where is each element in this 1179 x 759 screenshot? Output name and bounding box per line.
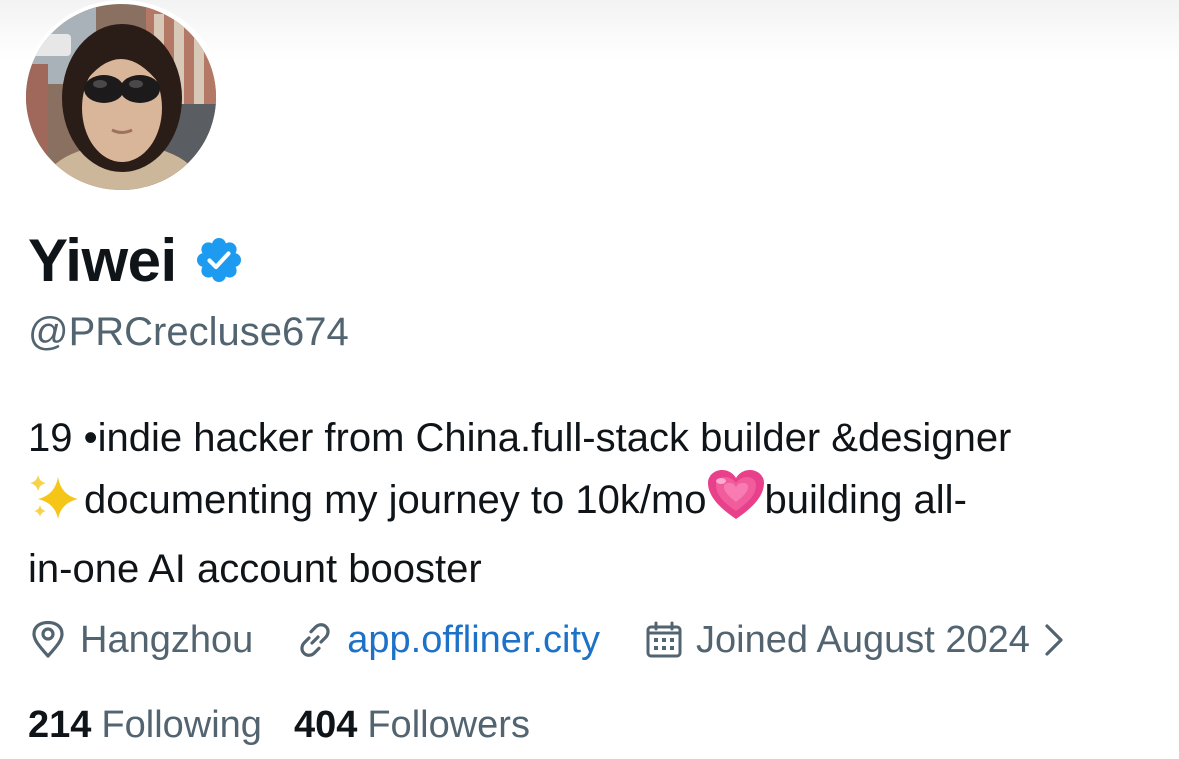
- following-stat[interactable]: 214 Following: [28, 704, 262, 747]
- joined-text: Joined August 2024: [696, 618, 1030, 661]
- profile-bio: 19 •indie hacker from China.full-stack b…: [28, 408, 1158, 600]
- website-link-text[interactable]: app.offliner.city: [347, 619, 600, 662]
- bio-line-2b: building all-: [764, 478, 967, 522]
- following-count: 214: [28, 703, 92, 746]
- sparkles-emoji: [28, 473, 84, 539]
- followers-count: 404: [293, 703, 358, 746]
- profile-meta-row: Hangzhou app.offliner.city Joined August…: [28, 612, 1064, 668]
- location-text: Hangzhou: [80, 618, 254, 661]
- profile-handle: @PRCrecluse674: [28, 310, 349, 354]
- bio-line-1: 19 •indie hacker from China.full-stack b…: [28, 416, 1012, 460]
- bio-line-3: in-one AI account booster: [28, 547, 482, 591]
- chevron-right-icon: [1045, 624, 1063, 656]
- profile-website-link[interactable]: app.offliner.city: [295, 619, 600, 662]
- profile-name-row: Yiwei: [28, 223, 243, 297]
- followers-stat[interactable]: 404 Followers: [294, 704, 530, 747]
- followers-label: Followers: [367, 703, 530, 746]
- profile-joined-date[interactable]: Joined August 2024: [644, 619, 1064, 662]
- link-icon: [300, 623, 330, 657]
- display-name: Yiwei: [28, 226, 177, 294]
- profile-location: Hangzhou: [28, 619, 253, 662]
- growing-heart-emoji: [707, 469, 765, 539]
- bio-line-2a: documenting my journey to 10k/mo: [84, 478, 707, 522]
- calendar-icon: [646, 621, 682, 658]
- following-label: Following: [101, 703, 262, 746]
- avatar-photo: [26, 4, 216, 190]
- avatar[interactable]: [26, 4, 216, 190]
- location-pin-icon: [32, 620, 64, 658]
- profile-stats-row: 214 Following 404 Followers: [28, 697, 530, 753]
- verified-badge-icon[interactable]: [195, 236, 243, 284]
